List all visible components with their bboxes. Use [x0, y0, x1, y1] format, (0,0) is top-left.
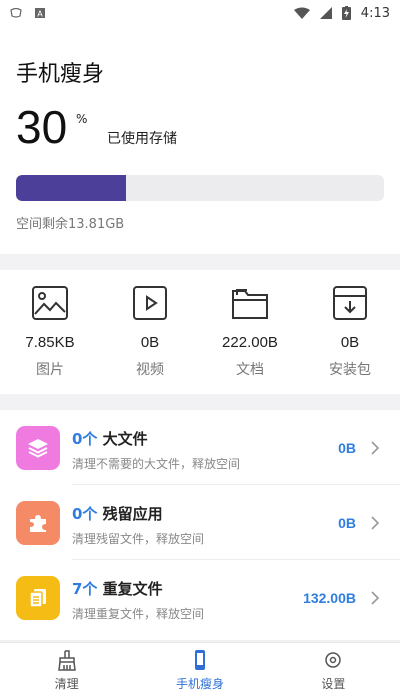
puzzle-icon	[30, 515, 46, 532]
tab-label: 设置	[321, 677, 346, 691]
cleanup-item-title: 0个 残留应用	[72, 505, 163, 523]
phone-icon	[194, 650, 205, 670]
tab-label: 手机瘦身	[175, 677, 224, 691]
wifi-icon	[293, 7, 310, 19]
chevron-right-icon	[371, 516, 380, 530]
cleanup-item-icon	[16, 426, 60, 470]
tab-clean[interactable]: 清理	[0, 643, 133, 700]
cleanup-item-title: 7个 重复文件	[72, 580, 163, 598]
page-title: 手机瘦身	[16, 62, 105, 87]
cleanup-item-size: 132.00B	[303, 590, 356, 606]
cleanup-item-size: 0B	[338, 440, 356, 456]
cleanup-item-desc: 清理重复文件，释放空间	[72, 607, 205, 621]
cleanup-item-icon	[16, 501, 60, 545]
category-card: 7.85KB 图片 0B 视频 222.00B 文档 0B 安装包	[0, 270, 400, 394]
broom-icon	[57, 650, 76, 671]
cleanup-item-residual-apps[interactable]: 0个 残留应用 清理残留文件，释放空间 0B	[0, 485, 400, 560]
category-videos[interactable]: 0B 视频	[100, 270, 200, 394]
folder-icon	[232, 289, 268, 319]
cleanup-item-duplicate-files[interactable]: 7个 重复文件 清理重复文件，释放空间 132.00B	[0, 560, 400, 635]
cleanup-item-size: 0B	[338, 515, 356, 531]
storage-percent: 30	[16, 101, 68, 153]
remaining-space: 空间剩余13.81GB	[16, 217, 125, 232]
category-documents[interactable]: 222.00B 文档	[200, 270, 300, 394]
category-size: 7.85KB	[25, 334, 75, 351]
bottom-tab-bar: 清理 手机瘦身 设置	[0, 642, 400, 700]
category-label: 视频	[136, 362, 164, 378]
download-icon	[333, 286, 367, 320]
layers-icon	[28, 439, 48, 458]
tab-label: 清理	[54, 677, 79, 691]
category-label: 图片	[36, 362, 64, 378]
svg-text:A: A	[37, 10, 43, 19]
clock: 4:13	[360, 5, 390, 21]
cleanup-item-desc: 清理残留文件，释放空间	[72, 532, 205, 546]
category-images[interactable]: 7.85KB 图片	[0, 270, 100, 394]
category-label: 安装包	[329, 362, 371, 378]
settings-icon	[325, 652, 342, 668]
category-label: 文档	[236, 362, 264, 378]
cleanup-item-icon	[16, 576, 60, 620]
tab-settings[interactable]: 设置	[267, 643, 400, 700]
chevron-right-icon	[371, 591, 380, 605]
tab-slim-phone[interactable]: 手机瘦身	[133, 643, 266, 700]
video-icon	[133, 286, 167, 320]
chevron-right-icon	[371, 441, 380, 455]
category-size: 222.00B	[222, 334, 278, 351]
app-notification-icon: A	[35, 8, 45, 19]
category-size: 0B	[140, 334, 160, 351]
cleanup-item-title: 0个 大文件	[72, 430, 148, 448]
image-icon	[32, 286, 68, 320]
cleanup-list: 0个 大文件 清理不需要的大文件，释放空间 0B 0个 残留应用 清理残留文件，…	[0, 410, 400, 640]
status-bar: A 4:13	[0, 0, 400, 26]
signal-icon	[319, 7, 332, 19]
storage-progress-bar	[16, 175, 384, 201]
category-packages[interactable]: 0B 安装包	[300, 270, 400, 394]
cleanup-item-large-files[interactable]: 0个 大文件 清理不需要的大文件，释放空间 0B	[0, 410, 400, 485]
category-size: 0B	[340, 334, 360, 351]
used-storage-label: 已使用存储	[107, 131, 177, 147]
notification-icon	[10, 7, 22, 18]
storage-card: 手机瘦身 30 % 已使用存储 空间剩余13.81GB	[0, 26, 400, 254]
storage-progress-fill	[16, 175, 127, 201]
percent-sign: %	[76, 112, 88, 126]
battery-icon	[341, 6, 351, 20]
cleanup-item-desc: 清理不需要的大文件，释放空间	[72, 457, 241, 471]
copy-icon	[29, 589, 46, 608]
